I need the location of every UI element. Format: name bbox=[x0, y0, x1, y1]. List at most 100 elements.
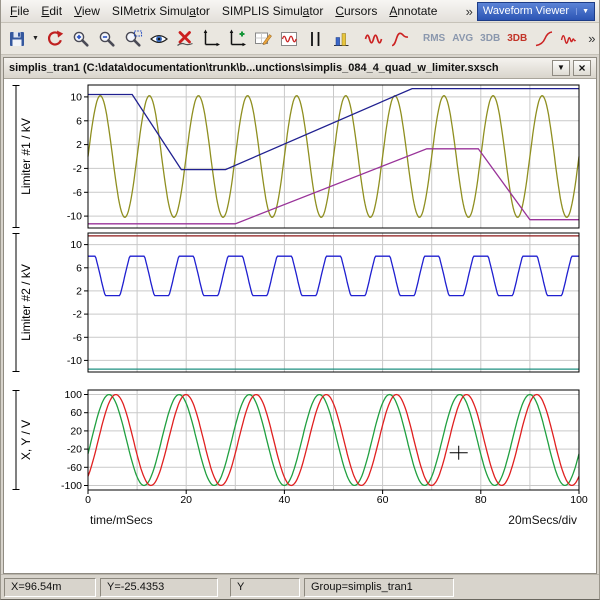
menu-bar: FileEditViewSIMetrix SimulatorSIMPLIS Si… bbox=[1, 0, 599, 23]
toolbar-overflow-chevron[interactable]: » bbox=[584, 31, 599, 46]
plots-canvas-wrap[interactable]: 10 6 2 -2 -6 -10 Limiter #1 / kV 10 6 2 -2 -6 -10 Lim… bbox=[4, 79, 596, 573]
cursors-toggle-button[interactable] bbox=[302, 26, 327, 51]
menu-edit[interactable]: Edit bbox=[35, 2, 68, 20]
y-tick-label: 10 bbox=[70, 91, 82, 103]
curve2-icon bbox=[534, 29, 554, 49]
y-axis-title: X, Y / V bbox=[19, 420, 33, 460]
curve-icon bbox=[390, 29, 410, 49]
zoom-out-button[interactable] bbox=[94, 26, 119, 51]
document-menu-button[interactable]: ▼ bbox=[552, 60, 570, 76]
graph-document-window: simplis_tran1 (C:\data\documentation\tru… bbox=[3, 57, 597, 574]
y-tick-label: -20 bbox=[67, 444, 82, 456]
sine-icon bbox=[364, 29, 384, 49]
y-tick-label: -10 bbox=[67, 211, 82, 223]
save-dropdown-arrow[interactable]: ▼ bbox=[30, 26, 41, 51]
db3-a-button[interactable]: 3DB bbox=[477, 28, 503, 49]
y-tick-label: 20 bbox=[70, 425, 82, 437]
viewer-select-label: Waveform Viewer bbox=[483, 5, 569, 17]
y-tick-label: 6 bbox=[76, 115, 82, 127]
delete-icon bbox=[175, 29, 195, 49]
db3-b-button[interactable]: 3DB bbox=[504, 28, 530, 49]
viewer-select[interactable]: Waveform Viewer ▼ bbox=[477, 2, 595, 21]
status-y-axis-indicator: Y bbox=[230, 578, 300, 597]
delete-curve-button[interactable] bbox=[172, 26, 197, 51]
menu-file[interactable]: File bbox=[4, 2, 35, 20]
edit-graph-button[interactable] bbox=[250, 26, 275, 51]
status-bar: X=96.54mY=-25.4353 YGroup=simplis_tran1 bbox=[1, 574, 599, 599]
sine-probe-button[interactable] bbox=[361, 26, 386, 51]
y-axis-title: Limiter #2 / kV bbox=[19, 264, 33, 341]
plots-canvas[interactable]: 10 6 2 -2 -6 -10 Limiter #1 / kV 10 6 2 -2 -6 -10 Lim… bbox=[4, 79, 598, 574]
y-tick-label: -10 bbox=[67, 355, 82, 367]
x-axis-title-label: time/mSecs bbox=[90, 513, 153, 527]
document-close-button[interactable]: × bbox=[573, 60, 591, 76]
plot-2[interactable]: 100 60 20 -20 -60 -100 X, Y / V 0 20 40 60 80 100 bbox=[13, 389, 588, 506]
cursors-icon bbox=[305, 29, 325, 49]
view-button[interactable] bbox=[146, 26, 171, 51]
eye-icon bbox=[149, 29, 169, 49]
stacked-graph-button[interactable] bbox=[328, 26, 353, 51]
status-y-readout: Y=-25.4353 bbox=[100, 578, 218, 597]
y-tick-label: 2 bbox=[76, 285, 82, 297]
y-tick-label: 60 bbox=[70, 407, 82, 419]
x-tick-label: 60 bbox=[377, 494, 389, 506]
avg-button[interactable]: AVG bbox=[449, 28, 476, 49]
menu-view[interactable]: View bbox=[68, 2, 106, 20]
axes-button[interactable] bbox=[198, 26, 223, 51]
axes-icon bbox=[201, 29, 221, 49]
waveform-icon bbox=[279, 29, 299, 49]
document-title-bar: simplis_tran1 (C:\data\documentation\tru… bbox=[4, 58, 596, 79]
y-tick-label: -6 bbox=[73, 332, 82, 344]
zoom-in-icon bbox=[71, 29, 91, 49]
rerun-simulation-button[interactable] bbox=[42, 26, 67, 51]
x-tick-label: 20 bbox=[180, 494, 192, 506]
gain-curve-button[interactable] bbox=[531, 26, 556, 51]
x-tick-label: 40 bbox=[279, 494, 291, 506]
y-axis-title: Limiter #1 / kV bbox=[19, 118, 33, 195]
undo-icon bbox=[45, 29, 65, 49]
menu-cursors[interactable]: Cursors bbox=[329, 2, 383, 20]
stacked-icon bbox=[331, 29, 351, 49]
y-tick-label: -6 bbox=[73, 187, 82, 199]
y-tick-label: -2 bbox=[73, 163, 82, 175]
zoom-out-icon bbox=[97, 29, 117, 49]
rms-button[interactable]: RMS bbox=[420, 28, 448, 49]
add-waveform-button[interactable] bbox=[276, 26, 301, 51]
edit-graph-icon bbox=[253, 29, 273, 49]
menu-simetrix-simulator[interactable]: SIMetrix Simulator bbox=[106, 2, 216, 20]
status-x-readout: X=96.54m bbox=[4, 578, 96, 597]
plot-region: 10 6 2 -2 -6 -10 Limiter #1 / kV 10 6 2 -2 -6 -10 Lim… bbox=[4, 79, 596, 573]
step-response-button[interactable] bbox=[387, 26, 412, 51]
y-tick-label: -60 bbox=[67, 462, 82, 474]
status-group-indicator: Group=simplis_tran1 bbox=[304, 578, 454, 597]
y-tick-label: -2 bbox=[73, 309, 82, 321]
x-tick-label: 0 bbox=[85, 494, 91, 506]
x-tick-label: 80 bbox=[475, 494, 487, 506]
damped-curve-button[interactable] bbox=[557, 26, 582, 51]
y-tick-label: 100 bbox=[64, 389, 82, 401]
y-tick-label: -100 bbox=[61, 480, 82, 492]
waveform-viewer-window: FileEditViewSIMetrix SimulatorSIMPLIS Si… bbox=[0, 0, 600, 600]
zoom-in-button[interactable] bbox=[68, 26, 93, 51]
menu-overflow-chevron[interactable]: » bbox=[462, 4, 477, 19]
y-tick-label: 10 bbox=[70, 239, 82, 251]
plot-1[interactable]: 10 6 2 -2 -6 -10 Limiter #2 / kV bbox=[13, 233, 580, 372]
menu-annotate[interactable]: Annotate bbox=[383, 2, 443, 20]
curve3-icon bbox=[560, 29, 580, 49]
save-button[interactable] bbox=[4, 26, 29, 51]
y-tick-label: 6 bbox=[76, 262, 82, 274]
y-tick-label: 2 bbox=[76, 139, 82, 151]
add-axis-icon bbox=[227, 29, 247, 49]
save-icon bbox=[7, 29, 27, 49]
add-axis-button[interactable] bbox=[224, 26, 249, 51]
menu-items: FileEditViewSIMetrix SimulatorSIMPLIS Si… bbox=[4, 2, 443, 20]
plot-0[interactable]: 10 6 2 -2 -6 -10 Limiter #1 / kV bbox=[13, 85, 580, 228]
zoom-area-button[interactable] bbox=[120, 26, 145, 51]
document-title: simplis_tran1 (C:\data\documentation\tru… bbox=[9, 62, 549, 74]
zoom-area-icon bbox=[123, 29, 143, 49]
menu-simplis-simulator[interactable]: SIMPLIS Simulator bbox=[216, 2, 329, 20]
toolbar-buttons: ▼RMSAVG3DB3DB bbox=[4, 26, 582, 51]
per-div-label: 20mSecs/div bbox=[508, 513, 577, 527]
x-tick-label: 100 bbox=[570, 494, 588, 506]
toolbar: ▼RMSAVG3DB3DB » bbox=[1, 23, 599, 55]
